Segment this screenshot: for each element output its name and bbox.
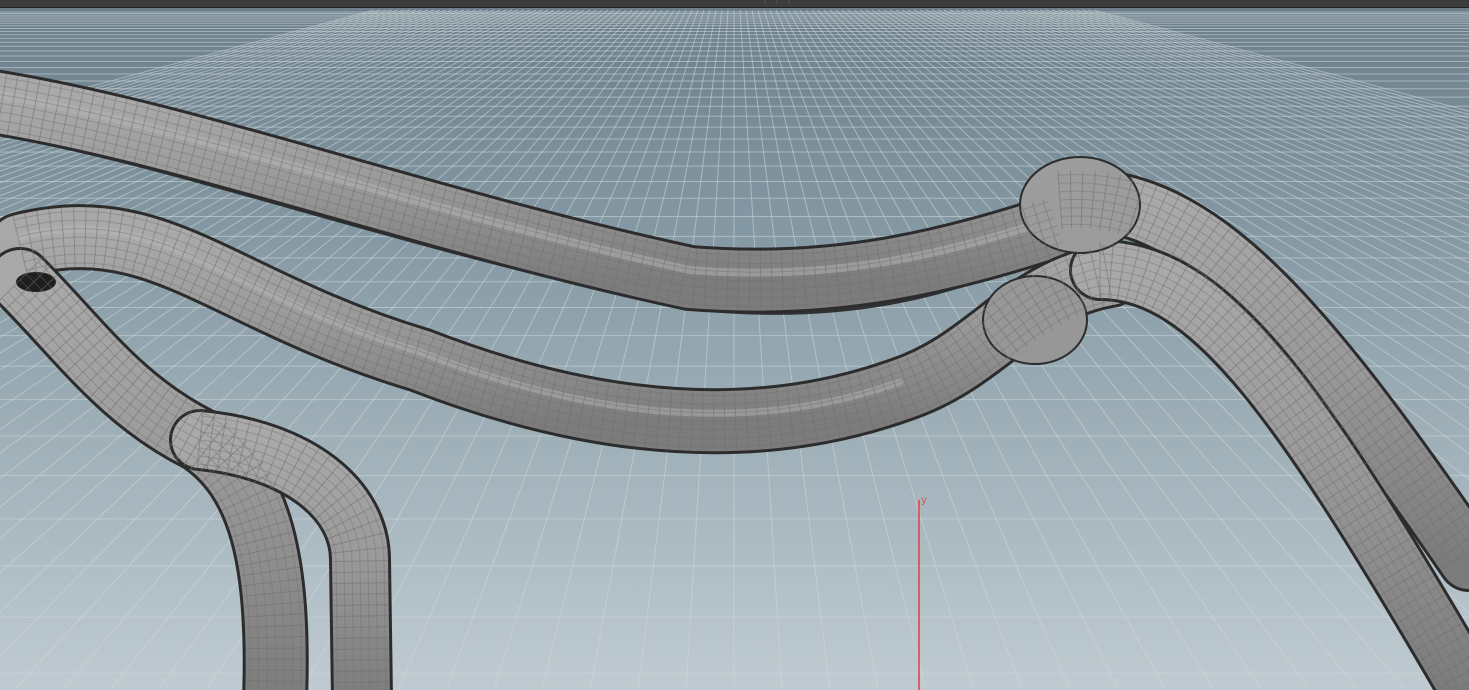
pane-drag-handle[interactable]: ⋮⋮⋮	[762, 0, 832, 5]
3d-scene[interactable]	[0, 0, 1469, 690]
y-axis-label: y	[921, 495, 927, 506]
scene-viewport[interactable]: ⋮⋮⋮ y	[0, 0, 1469, 690]
viewport-title-bar[interactable]: ⋮⋮⋮	[0, 0, 1469, 8]
